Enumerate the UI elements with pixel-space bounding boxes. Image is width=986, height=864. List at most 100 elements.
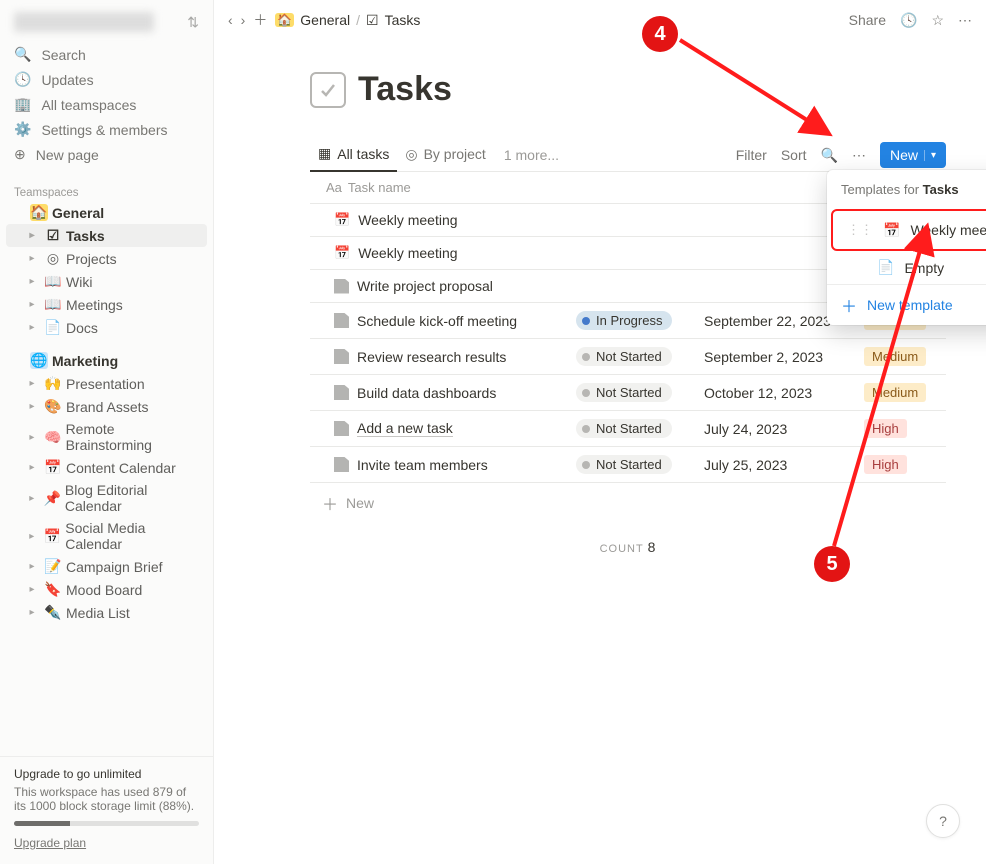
target-icon: ◎ <box>44 250 62 267</box>
cell-status[interactable]: In Progress <box>568 303 696 338</box>
grip-icon[interactable]: ⋮⋮ <box>847 222 873 238</box>
sidebar-updates[interactable]: 🕓 Updates <box>8 67 205 92</box>
breadcrumb[interactable]: 🏠 General / ☑ Tasks <box>275 12 420 29</box>
sidebar-page-tasks[interactable]: ▸ ☑ Tasks <box>6 224 207 247</box>
chevron-right-icon: ▸ <box>24 607 40 618</box>
view-tab-all-tasks[interactable]: ▦ All tasks <box>310 139 397 172</box>
task-name: Review research results <box>357 349 506 365</box>
page-label: Remote Brainstorming <box>66 421 203 453</box>
teamspace-marketing[interactable]: 🌐 Marketing <box>6 349 207 372</box>
nav-back-icon[interactable]: ‹ <box>228 12 233 28</box>
search-icon[interactable]: 🔍 <box>821 147 838 164</box>
cell-due[interactable]: October 12, 2023 <box>696 377 856 409</box>
sidebar-page-wiki[interactable]: ▸ 📖 Wiki <box>6 270 207 293</box>
chevron-right-icon: ▸ <box>24 299 40 310</box>
page-label: Presentation <box>66 376 145 392</box>
sidebar-page-item[interactable]: ▸ 📅 Content Calendar <box>6 456 207 479</box>
sidebar-page-item[interactable]: ▸ 📝 Campaign Brief <box>6 555 207 578</box>
sidebar-page-item[interactable]: ▸ 🎨 Brand Assets <box>6 395 207 418</box>
crumb-current[interactable]: Tasks <box>385 12 421 28</box>
sidebar-label: New page <box>36 147 99 163</box>
template-label: Weekly meeting <box>910 222 986 238</box>
more-icon[interactable]: ⋯ <box>852 147 866 164</box>
table-row[interactable]: Build data dashboards Not StartedOctober… <box>310 375 946 411</box>
cell-priority[interactable]: Medium <box>856 375 946 410</box>
cell-name[interactable]: Add a new task <box>310 412 568 445</box>
new-tab-icon[interactable]: ＋ <box>253 10 267 30</box>
sidebar-new-page[interactable]: ⊕ New page <box>8 142 205 167</box>
sidebar-page-item[interactable]: ▸ 📅 Social Media Calendar <box>6 517 207 555</box>
page-icon <box>334 349 349 364</box>
cell-due[interactable]: July 24, 2023 <box>696 413 856 445</box>
cell-status[interactable]: Not Started <box>568 411 696 446</box>
sidebar-page-docs[interactable]: ▸ 📄 Docs <box>6 316 207 339</box>
sidebar-page-item[interactable]: ▸ 🔖 Mood Board <box>6 578 207 601</box>
new-template-button[interactable]: ＋ New template <box>827 285 986 325</box>
share-button[interactable]: Share <box>849 12 886 28</box>
template-weekly-meeting[interactable]: ⋮⋮ 📅 Weekly meeting ⋯ <box>831 209 986 251</box>
checkbox-icon: ☑ <box>44 227 62 244</box>
cell-name[interactable]: Write project proposal <box>310 270 568 302</box>
cell-status[interactable]: Not Started <box>568 447 696 482</box>
count-row: COUNT 8 <box>310 523 946 571</box>
sidebar-page-item[interactable]: ▸ 🙌 Presentation <box>6 372 207 395</box>
task-name: Invite team members <box>357 457 488 473</box>
cell-name[interactable]: Build data dashboards <box>310 377 568 409</box>
table-row[interactable]: Invite team members Not StartedJuly 25, … <box>310 447 946 483</box>
cell-priority[interactable]: High <box>856 411 946 446</box>
cell-priority[interactable]: High <box>856 447 946 482</box>
cell-status[interactable]: Not Started <box>568 339 696 374</box>
upgrade-link[interactable]: Upgrade plan <box>14 836 86 850</box>
cell-name[interactable]: Schedule kick-off meeting <box>310 305 568 337</box>
sidebar-page-item[interactable]: ▸ 📌 Blog Editorial Calendar <box>6 479 207 517</box>
sidebar-search[interactable]: 🔍 Search <box>8 42 205 67</box>
view-more[interactable]: 1 more... <box>494 141 569 169</box>
annotation-badge-5: 5 <box>814 546 850 582</box>
sidebar-settings[interactable]: ⚙️ Settings & members <box>8 117 205 142</box>
help-button[interactable]: ? <box>926 804 960 838</box>
workspace-switcher[interactable]: ⇅ <box>10 8 203 36</box>
table-row[interactable]: Add a new task Not StartedJuly 24, 2023H… <box>310 411 946 447</box>
text-icon: Aa <box>326 180 342 195</box>
cell-name[interactable]: Review research results <box>310 341 568 373</box>
page-icon <box>334 385 349 400</box>
sidebar-page-projects[interactable]: ▸ ◎ Projects <box>6 247 207 270</box>
sort-button[interactable]: Sort <box>781 147 807 163</box>
new-row[interactable]: ＋ New <box>310 483 946 523</box>
sidebar-page-item[interactable]: ▸ ✒️ Media List <box>6 601 207 624</box>
cell-name[interactable]: 📅Weekly meeting <box>310 237 568 269</box>
filter-button[interactable]: Filter <box>736 147 767 163</box>
book-icon: 📖 <box>44 296 62 313</box>
page-label: Blog Editorial Calendar <box>65 482 203 514</box>
cell-due[interactable]: July 25, 2023 <box>696 449 856 481</box>
chevron-right-icon: ▸ <box>24 253 40 264</box>
template-empty[interactable]: ⋮⋮ 📄 Empty DEFAULT ⋯ <box>827 251 986 284</box>
chevron-right-icon: ▸ <box>24 531 40 542</box>
page-icon-checkbox[interactable] <box>310 72 346 108</box>
upgrade-title: Upgrade to go unlimited <box>14 767 199 781</box>
cell-name[interactable]: Invite team members <box>310 449 568 481</box>
col-header-name[interactable]: Aa Task name <box>310 172 568 203</box>
view-tab-by-project[interactable]: ◎ By project <box>397 140 493 171</box>
nav-fwd-icon[interactable]: › <box>241 12 246 28</box>
sidebar-teamspaces[interactable]: 🏢 All teamspaces <box>8 92 205 117</box>
crumb-parent[interactable]: General <box>300 12 350 28</box>
clock-icon[interactable]: 🕓 <box>900 12 917 29</box>
book-icon: 📖 <box>44 273 62 290</box>
dropdown-header: Templates for Tasks ⓘ <box>827 170 986 209</box>
teamspace-general[interactable]: 🏠 General <box>6 201 207 224</box>
sidebar-page-meetings[interactable]: ▸ 📖 Meetings <box>6 293 207 316</box>
cell-name[interactable]: 📅Weekly meeting <box>310 204 568 236</box>
calendar-icon: 📅 <box>334 212 350 228</box>
star-icon[interactable]: ☆ <box>931 12 944 29</box>
cell-status[interactable]: Not Started <box>568 375 696 410</box>
page-title: Tasks <box>310 70 946 109</box>
more-icon[interactable]: ⋯ <box>958 12 972 29</box>
sidebar-page-item[interactable]: ▸ 🧠 Remote Brainstorming <box>6 418 207 456</box>
new-button[interactable]: New ▾ <box>880 142 946 168</box>
table-row[interactable]: Review research results Not StartedSepte… <box>310 339 946 375</box>
cell-due[interactable]: September 2, 2023 <box>696 341 856 373</box>
page-title-text[interactable]: Tasks <box>358 70 452 109</box>
cell-priority[interactable]: Medium <box>856 339 946 374</box>
chevron-down-icon[interactable]: ▾ <box>924 150 942 161</box>
